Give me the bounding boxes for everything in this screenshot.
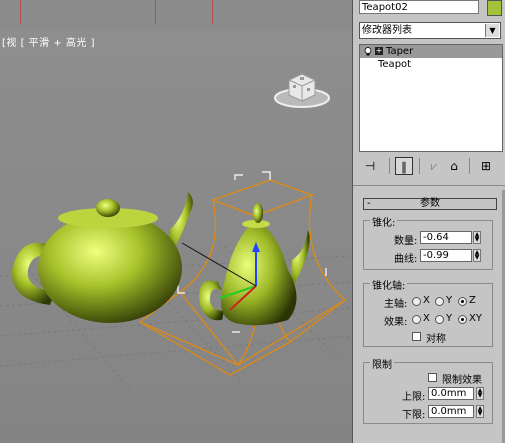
upper-limit-spinner[interactable]: ▲ ▼ [476,387,484,400]
timeline-tick [20,0,21,24]
rollout-title: 参数 [420,198,440,209]
expand-icon[interactable]: + [375,47,383,55]
radio-label: X [423,295,430,306]
object-name-field[interactable]: Teapot02 [359,0,479,14]
limit-effect-checkbox[interactable] [428,373,437,382]
show-end-result-icon[interactable]: ∥ [395,157,413,175]
primary-z-radio[interactable] [458,297,467,306]
group-title: 限制 [370,356,394,371]
stack-item-label: Teapot [378,59,412,70]
toolbar-divider [469,158,470,174]
effect-xy-radio[interactable] [458,315,467,324]
pin-stack-icon[interactable]: ⊣ [361,157,379,175]
symmetry-label: 对称 [426,334,446,345]
timeline-tick [155,0,156,24]
modifier-list-dropdown[interactable]: 修改器列表 ▼ [359,22,501,39]
effect-x-radio[interactable] [412,315,421,324]
curve-field[interactable]: -0.99 [420,249,472,262]
symmetry-checkbox[interactable] [412,332,421,341]
toolbar-divider [419,158,420,174]
limit-effect-label: 限制效果 [442,375,482,386]
radio-label: X [423,313,430,324]
object-color-swatch[interactable] [487,0,502,16]
viewcube-icon[interactable] [272,68,332,110]
stack-item-taper[interactable]: + Taper [360,45,502,58]
rollout-divider [353,185,505,186]
parameters-rollout-header[interactable]: - 参数 [363,198,497,210]
group-title: 锥化轴: [370,277,408,292]
taper-axis-group: 锥化轴: 主轴: X Y Z 效果: X Y XY 对称 [363,277,493,347]
lower-limit-field[interactable]: 0.0mm [428,405,474,418]
lightbulb-icon[interactable] [364,46,372,56]
chevron-down-icon[interactable]: ▼ [485,24,499,37]
lower-limit-label: 下限: [402,410,426,421]
amount-spinner[interactable]: ▲ ▼ [473,231,481,244]
command-panel: Teapot02 修改器列表 ▼ + Taper Teapot ⊣ ∥ ⩗ ⌂ ⊞… [352,0,505,443]
toolbar-divider [389,158,390,174]
amount-label: 数量: [394,236,418,247]
primary-y-radio[interactable] [435,297,444,306]
radio-label: Y [446,313,453,324]
modifier-stack: + Taper Teapot [359,44,503,152]
configure-modifier-sets-icon[interactable]: ⊞ [477,157,495,175]
taper-group: 锥化: 数量: -0.64 ▲ ▼ 曲线: -0.99 ▲ ▼ [363,214,493,270]
make-unique-icon[interactable]: ⩗ [425,157,443,175]
remove-modifier-icon[interactable]: ⌂ [445,157,463,175]
viewport-label[interactable]: [视 [ 平滑 + 高光 ] [2,34,95,49]
curve-spinner[interactable]: ▲ ▼ [473,249,481,262]
stack-item-label: Taper [386,46,414,57]
upper-limit-label: 上限: [402,392,426,403]
stack-toolbar: ⊣ ∥ ⩗ ⌂ ⊞ [359,155,501,179]
timeline-tick [212,0,213,24]
radio-label: XY [469,313,482,324]
upper-limit-field[interactable]: 0.0mm [428,387,474,400]
limits-group: 限制 限制效果 上限: 0.0mm ▲ ▼ 下限: 0.0mm ▲ ▼ [363,356,493,424]
stack-item-teapot[interactable]: Teapot [360,58,502,71]
effect-y-radio[interactable] [435,315,444,324]
curve-label: 曲线: [394,254,418,265]
primary-x-radio[interactable] [412,297,421,306]
primary-axis-label: 主轴: [384,299,408,310]
perspective-viewport[interactable]: [视 [ 平滑 + 高光 ] [0,30,352,443]
lower-limit-spinner[interactable]: ▲ ▼ [476,405,484,418]
group-title: 锥化: [370,214,398,229]
radio-label: Z [469,295,476,306]
modifier-list-label: 修改器列表 [362,25,412,36]
effect-axis-label: 效果: [384,317,408,328]
radio-label: Y [446,295,453,306]
amount-field[interactable]: -0.64 [420,231,472,244]
top-strip [0,0,352,31]
